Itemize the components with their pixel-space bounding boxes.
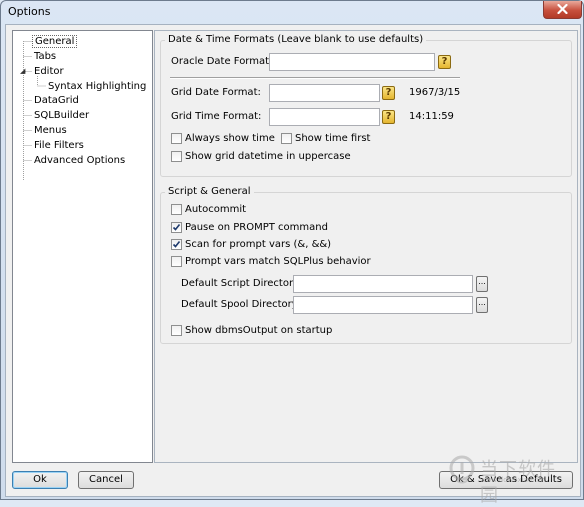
scan-prompt-vars-label: Scan for prompt vars (&, &&) bbox=[185, 239, 332, 250]
checkbox-box bbox=[171, 151, 182, 162]
title-bar[interactable]: Options bbox=[1, 1, 583, 23]
always-show-time-label: Always show time bbox=[185, 133, 275, 144]
show-datetime-uppercase-label: Show grid datetime in uppercase bbox=[185, 151, 351, 162]
ok-save-defaults-button[interactable]: Ok & Save as Defaults bbox=[439, 471, 573, 489]
close-icon bbox=[557, 4, 568, 14]
grid-time-preview: 14:11:59 bbox=[409, 111, 454, 122]
general-options-page: Date & Time Formats (Leave blank to use … bbox=[154, 30, 578, 463]
autocommit-checkbox[interactable]: Autocommit bbox=[171, 203, 246, 216]
oracle-date-format-input[interactable] bbox=[269, 53, 435, 71]
oracle-date-help-button[interactable]: ? bbox=[438, 55, 451, 69]
pause-on-prompt-checkbox[interactable]: Pause on PROMPT command bbox=[171, 221, 328, 234]
browse-script-directory-button[interactable]: ... bbox=[476, 276, 488, 292]
checkmark-icon bbox=[172, 224, 181, 231]
tree-item-sqlbuilder[interactable]: SQLBuilder bbox=[32, 109, 91, 122]
tree-item-file-filters[interactable]: File Filters bbox=[32, 139, 86, 152]
always-show-time-checkbox[interactable]: Always show time bbox=[171, 132, 275, 145]
grid-time-help-button[interactable]: ? bbox=[382, 110, 395, 124]
help-icon: ? bbox=[385, 111, 392, 122]
show-dbms-output-label: Show dbmsOutput on startup bbox=[185, 325, 333, 336]
default-script-directory-input[interactable] bbox=[293, 275, 473, 293]
cancel-button[interactable]: Cancel bbox=[78, 471, 134, 489]
checkbox-box bbox=[171, 204, 182, 215]
checkbox-box bbox=[171, 133, 182, 144]
checkbox-box bbox=[171, 256, 182, 267]
pause-on-prompt-label: Pause on PROMPT command bbox=[185, 222, 328, 233]
help-icon: ? bbox=[441, 56, 448, 67]
script-general-group-title: Script & General bbox=[165, 186, 254, 198]
grid-time-format-label: Grid Time Format: bbox=[171, 111, 262, 122]
grid-date-preview: 1967/3/15 bbox=[409, 87, 461, 98]
show-datetime-uppercase-checkbox[interactable]: Show grid datetime in uppercase bbox=[171, 150, 351, 163]
scan-prompt-vars-checkbox[interactable]: Scan for prompt vars (&, &&) bbox=[171, 238, 331, 251]
collapse-triangle-icon[interactable]: ◢ bbox=[20, 67, 25, 75]
close-button[interactable] bbox=[543, 1, 582, 19]
grid-time-format-input[interactable] bbox=[269, 108, 380, 126]
checkbox-box bbox=[281, 133, 292, 144]
default-spool-directory-label: Default Spool Directory: bbox=[181, 299, 301, 310]
autocommit-label: Autocommit bbox=[185, 204, 247, 215]
default-script-directory-label: Default Script Directory: bbox=[181, 278, 302, 289]
show-time-first-checkbox[interactable]: Show time first bbox=[281, 132, 370, 145]
datetime-separator bbox=[170, 77, 460, 79]
window-title: Options bbox=[8, 5, 51, 18]
grid-date-format-input[interactable] bbox=[269, 84, 380, 102]
grid-date-help-button[interactable]: ? bbox=[382, 86, 395, 100]
datetime-group-title: Date & Time Formats (Leave blank to use … bbox=[165, 34, 427, 46]
show-dbms-output-checkbox[interactable]: Show dbmsOutput on startup bbox=[171, 324, 332, 337]
help-icon: ? bbox=[385, 87, 392, 98]
ok-button[interactable]: Ok bbox=[12, 471, 68, 489]
tree-item-editor[interactable]: Editor bbox=[32, 65, 66, 78]
tree-item-advanced-options[interactable]: Advanced Options bbox=[32, 154, 127, 167]
tree-item-general[interactable]: General bbox=[32, 35, 78, 48]
checkbox-box bbox=[171, 222, 182, 233]
checkmark-icon bbox=[172, 241, 181, 248]
dialog-client-area: ◢ General Tabs Editor Syntax Highlightin… bbox=[5, 24, 581, 497]
oracle-date-format-label: Oracle Date Format: bbox=[171, 56, 273, 67]
tree-item-tabs[interactable]: Tabs bbox=[32, 50, 58, 63]
options-tree[interactable]: ◢ General Tabs Editor Syntax Highlightin… bbox=[12, 30, 153, 463]
browse-spool-directory-button[interactable]: ... bbox=[476, 297, 488, 313]
tree-item-menus[interactable]: Menus bbox=[32, 124, 69, 137]
prompt-vars-sqlplus-label: Prompt vars match SQLPlus behavior bbox=[185, 256, 371, 267]
options-window: Options ◢ General Tabs Editor Syntax Hig… bbox=[0, 0, 584, 506]
prompt-vars-sqlplus-checkbox[interactable]: Prompt vars match SQLPlus behavior bbox=[171, 255, 371, 268]
checkbox-box bbox=[171, 239, 182, 250]
default-spool-directory-input[interactable] bbox=[293, 296, 473, 314]
grid-date-format-label: Grid Date Format: bbox=[171, 87, 261, 98]
tree-item-datagrid[interactable]: DataGrid bbox=[32, 94, 81, 107]
tree-item-syntax-highlighting[interactable]: Syntax Highlighting bbox=[46, 80, 148, 93]
checkbox-box bbox=[171, 325, 182, 336]
show-time-first-label: Show time first bbox=[295, 133, 371, 144]
